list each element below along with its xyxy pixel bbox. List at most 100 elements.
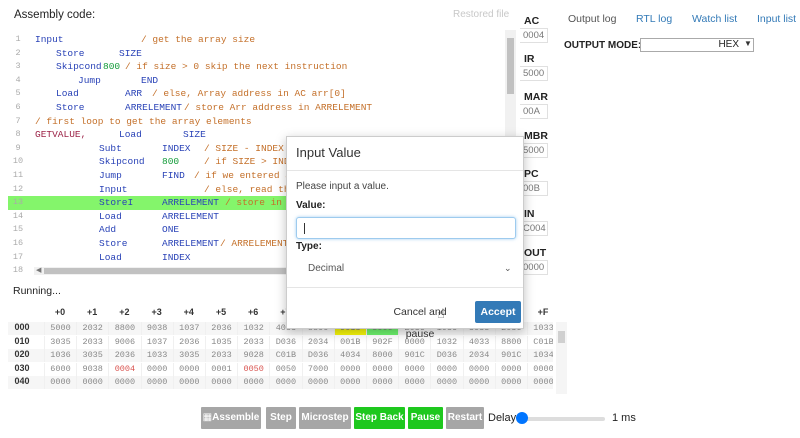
- code-token: / store Arr address in ARRELEMENT: [184, 102, 373, 113]
- code-token: ARRELEMENT: [162, 197, 220, 209]
- tab-watch-list[interactable]: Watch list: [692, 13, 737, 25]
- dialog-divider: [287, 170, 523, 171]
- dialog-prompt: Please input a value.: [296, 181, 389, 192]
- memory-column-header: +5: [215, 307, 227, 317]
- assemble-button[interactable]: ▦Assemble: [201, 407, 261, 429]
- memory-scroll-thumb[interactable]: [558, 331, 565, 343]
- tab-rtl-log[interactable]: RTL log: [636, 13, 672, 25]
- line-number: 13: [12, 197, 24, 208]
- code-token: Store: [56, 102, 85, 113]
- memory-cell: 0000: [76, 376, 108, 389]
- code-token: / else, read the: [204, 183, 296, 195]
- memory-cell: 0000: [430, 376, 462, 389]
- memory-cell: 2036: [172, 335, 205, 349]
- type-select[interactable]: Decimal: [296, 258, 521, 280]
- memory-cell: D036: [269, 335, 301, 349]
- memory-cell: 0000: [269, 376, 301, 389]
- code-token: ARRELEMENT: [125, 102, 183, 113]
- memory-cell: 5000: [44, 322, 76, 335]
- type-label: Type:: [296, 241, 322, 252]
- step-button[interactable]: Step: [266, 407, 296, 429]
- code-line[interactable]: 3 Skipcond 800 / if size > 0 skip the next …: [8, 60, 516, 74]
- memory-cell: 0000: [172, 362, 205, 376]
- accept-button[interactable]: Accept: [475, 301, 521, 323]
- memory-cell: 2034: [301, 335, 334, 349]
- code-token: Skipcond: [56, 61, 102, 73]
- value-input[interactable]: [296, 217, 516, 239]
- code-token: / if size > 0 skip the next instruction: [125, 61, 348, 73]
- memory-row-address: 010: [14, 335, 30, 346]
- memory-cell: 3035: [44, 335, 76, 349]
- code-token: / SIZE - INDEX (: [204, 142, 296, 154]
- memory-cell: 9006: [108, 335, 140, 349]
- line-number: 14: [12, 210, 24, 221]
- code-line[interactable]: 1 Input / get the array size: [8, 33, 516, 47]
- code-token: Jump: [99, 170, 122, 181]
- delay-slider[interactable]: [517, 417, 605, 421]
- step-back-button[interactable]: Step Back: [354, 407, 405, 429]
- code-token: ONE: [162, 224, 180, 236]
- code-token: / if SIZE > INDE: [204, 156, 296, 168]
- memory-cell: 0000: [366, 362, 398, 376]
- code-vertical-scroll-thumb[interactable]: [507, 38, 514, 94]
- output-mode-select[interactable]: HEX: [640, 38, 754, 52]
- code-line[interactable]: 7 / first loop to get the array elements: [8, 115, 516, 129]
- memory-row-address: 040: [14, 376, 30, 386]
- tab-output-log[interactable]: Output log: [568, 13, 616, 25]
- memory-cell: 1034: [527, 349, 553, 362]
- memory-cell: 1036: [44, 349, 76, 362]
- memory-cell: 0000: [205, 376, 237, 389]
- code-line[interactable]: 5 Load ARR / else, Array address in AC arr[…: [8, 87, 516, 101]
- code-horizontal-scroll-thumb[interactable]: [44, 268, 294, 274]
- code-token: FIND: [162, 170, 185, 181]
- microstep-button[interactable]: Microstep: [299, 407, 351, 429]
- delay-slider-thumb[interactable]: [516, 412, 528, 424]
- memory-cell: 9028: [237, 349, 269, 362]
- code-token: Store: [99, 238, 128, 249]
- register-name-in: IN: [524, 208, 535, 220]
- register-name-out: OUT: [524, 247, 547, 259]
- code-token: / else, Array address in AC arr[0]: [152, 88, 346, 100]
- line-number: 16: [12, 238, 24, 248]
- memory-column-header: +2: [119, 307, 130, 317]
- memory-cell: 0000: [237, 376, 269, 389]
- register-name-ac: AC: [524, 15, 540, 27]
- memory-cell: 0050: [237, 362, 269, 376]
- code-line[interactable]: 6 Store ARRELEMENT / store Arr address in A…: [8, 101, 516, 115]
- code-line[interactable]: 4 Jump END: [8, 74, 516, 88]
- memory-cell: 3035: [76, 349, 108, 362]
- memory-cell: 001B: [333, 335, 366, 349]
- memory-cell: 0000: [140, 362, 173, 376]
- cancel-and-pause-button[interactable]: Cancel and pause: [379, 301, 461, 340]
- pause-button[interactable]: Pause: [408, 407, 443, 429]
- memory-cell: 8800: [108, 322, 140, 335]
- register-name-ir: IR: [524, 53, 535, 65]
- line-number: 5: [15, 88, 21, 99]
- line-number: 11: [12, 170, 24, 180]
- dialog-title: Input Value: [296, 145, 361, 160]
- grid-icon: ▦: [202, 412, 213, 423]
- memory-cell: 1037: [172, 322, 205, 335]
- code-token: 800: [162, 156, 180, 168]
- memory-cell: 0000: [494, 376, 527, 389]
- memory-cell: 0000: [172, 376, 205, 389]
- memory-cell: 8800: [494, 335, 527, 349]
- memory-cell: 1032: [237, 322, 269, 335]
- memory-row-address: 030: [14, 362, 30, 373]
- restart-button[interactable]: Restart: [446, 407, 484, 429]
- code-line[interactable]: 2 Store SIZE: [8, 47, 516, 61]
- scroll-left-arrow-icon[interactable]: ◀: [36, 266, 41, 274]
- memory-cell: 4033: [462, 335, 495, 349]
- chevron-down-icon: ▼: [744, 39, 752, 48]
- memory-cell: 0050: [269, 362, 301, 376]
- memory-cell: 8000: [366, 349, 398, 362]
- code-token: / if we entered a: [194, 170, 291, 181]
- memory-column-header: +F: [537, 307, 549, 317]
- delay-label: Delay:: [488, 412, 520, 424]
- memory-cell: 2036: [205, 322, 237, 335]
- line-number: 10: [12, 156, 24, 167]
- code-token: Skipcond: [99, 156, 145, 168]
- memory-cell: 0000: [44, 376, 76, 389]
- tab-input-list[interactable]: Input list: [757, 13, 796, 25]
- memory-cell: 0000: [462, 376, 495, 389]
